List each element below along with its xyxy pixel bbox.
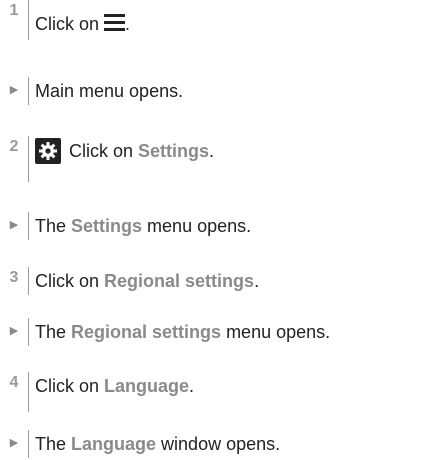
step-2: 2 Click on Settings . [0, 136, 214, 182]
step-text-before: Click on [35, 14, 100, 34]
result-text: Main menu opens. [35, 81, 184, 101]
result-text-before: The [35, 434, 67, 454]
step-text-after: . [209, 141, 215, 161]
result-text: The Language window opens. [29, 430, 280, 455]
step-number: 3 [9, 269, 19, 286]
result-text-after: window opens. [161, 434, 281, 454]
step-text-before: Click on [35, 376, 100, 396]
result-arrow-icon: ▶ [9, 84, 19, 96]
result-arrow-icon: ▶ [9, 325, 19, 337]
step-text-highlight: Settings [138, 141, 210, 161]
step-text-after: . [254, 271, 260, 291]
step-text: Click on Language . [29, 372, 194, 397]
step-text-after: . [125, 14, 131, 34]
result-3: ▶ The Regional settings menu opens. [0, 318, 330, 346]
step-text-after: . [189, 376, 195, 396]
step-4: 4 Click on Language . [0, 372, 194, 412]
result-text-highlight: Regional settings [71, 322, 222, 342]
step-text-before: Click on [69, 141, 134, 161]
step-text: Click on . [29, 0, 130, 35]
result-text-before: The [35, 216, 67, 236]
result-1: ▶ Main menu opens. [0, 77, 183, 105]
step-3: 3 Click on Regional settings . [0, 267, 259, 295]
step-text: Click on Settings . [29, 136, 214, 164]
step-number: 1 [9, 2, 19, 19]
result-text: The Regional settings menu opens. [29, 318, 330, 343]
step-text-highlight: Regional settings [104, 271, 255, 291]
hamburger-menu-icon [104, 13, 126, 31]
result-arrow-icon: ▶ [9, 437, 19, 449]
result-text-after: menu opens. [226, 322, 331, 342]
step-text-before: Click on [35, 271, 100, 291]
result-text-highlight: Language [71, 434, 157, 454]
result-text-after: menu opens. [147, 216, 252, 236]
step-1: 1 Click on . [0, 0, 130, 40]
instruction-list: 1 Click on . ▶ Main menu opens. 2 Click … [0, 0, 430, 460]
step-number: 4 [9, 374, 19, 391]
result-2: ▶ The Settings menu opens. [0, 212, 251, 240]
result-4: ▶ The Language window opens. [0, 430, 280, 458]
result-arrow-icon: ▶ [9, 219, 19, 231]
result-text-highlight: Settings [71, 216, 143, 236]
step-number: 2 [9, 138, 19, 155]
step-text: Click on Regional settings . [29, 267, 259, 292]
result-text: The Settings menu opens. [29, 212, 251, 237]
result-text-before: The [35, 322, 67, 342]
step-text-highlight: Language [104, 376, 190, 396]
gear-icon [35, 138, 61, 164]
